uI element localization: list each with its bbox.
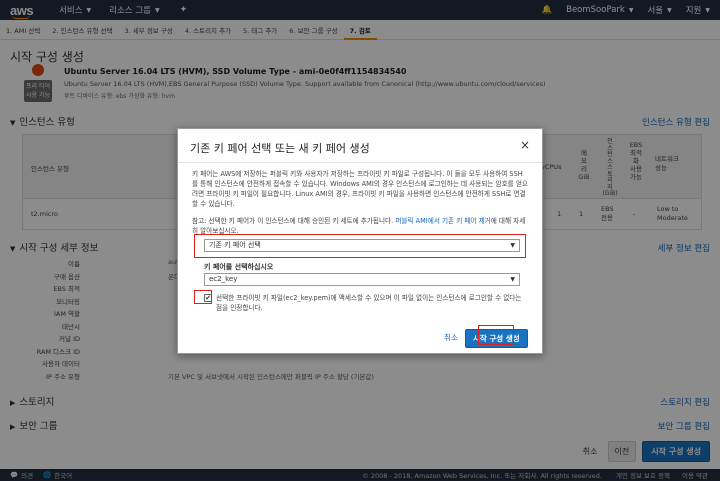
key-pair-explanation: 키 페어는 AWS에 저장하는 퍼블릭 키와 사용자가 저장하는 프라이빗 키 …	[192, 170, 528, 208]
key-pair-dialog: 기존 키 페어 선택 또는 새 키 페어 생성 × 키 페어는 AWS에 저장하…	[177, 128, 543, 354]
note-text: 참고: 선택한 키 페어가 이 인스턴스에 대해 승인된 키 세트에 추가됩니다…	[192, 217, 394, 225]
dialog-body: 키 페어는 AWS에 저장하는 퍼블릭 키와 사용자가 저장하는 프라이빗 키 …	[178, 163, 542, 236]
highlight-key-pair-option	[194, 234, 526, 258]
close-icon[interactable]: ×	[520, 138, 530, 152]
dialog-title: 기존 키 페어 선택 또는 새 키 페어 생성	[190, 142, 370, 155]
key-pair-name-select[interactable]: ec2_key ▼	[204, 273, 520, 286]
key-pair-note: 참고: 선택한 키 페어가 이 인스턴스에 대해 승인된 키 세트에 추가됩니다…	[192, 216, 528, 236]
remove-key-pair-link[interactable]: 퍼블릭 AMI에서 기존 키 페어 제거	[395, 217, 490, 225]
dialog-cancel-button[interactable]: 취소	[444, 332, 458, 343]
highlight-create-button	[478, 325, 514, 345]
acknowledge-text: 선택한 프라이빗 키 파일(ec2_key.pem)에 액세스할 수 있으며 이…	[216, 294, 522, 312]
chevron-down-icon: ▼	[510, 276, 515, 283]
highlight-acknowledge-checkbox	[194, 290, 212, 304]
dialog-header: 기존 키 페어 선택 또는 새 키 페어 생성 ×	[178, 129, 542, 163]
key-pair-name-value: ec2_key	[209, 275, 238, 283]
key-pair-select-label: 키 페어를 선택하십시오	[204, 263, 274, 271]
